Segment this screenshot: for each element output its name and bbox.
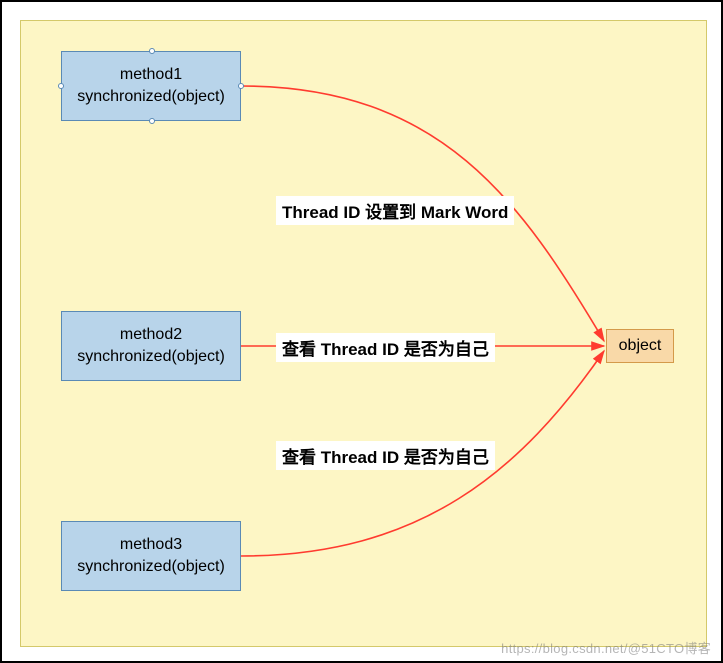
watermark-text: https://blog.csdn.net/@51CTO博客 — [501, 638, 711, 657]
edge-label-2: 查看 Thread ID 是否为自己 — [276, 333, 495, 362]
node-method1: method1 synchronized(object) — [61, 51, 241, 121]
node-subtitle: synchronized(object) — [62, 556, 240, 578]
node-title: method2 — [62, 324, 240, 346]
selection-handle-icon — [238, 83, 244, 89]
node-subtitle: synchronized(object) — [62, 86, 240, 108]
selection-handle-icon — [58, 83, 64, 89]
selection-handle-icon — [149, 118, 155, 124]
edge-label-3: 查看 Thread ID 是否为自己 — [276, 441, 495, 470]
node-method3: method3 synchronized(object) — [61, 521, 241, 591]
diagram-frame: method1 synchronized(object) method2 syn… — [0, 0, 723, 663]
selection-handle-icon — [149, 48, 155, 54]
node-title: method1 — [62, 64, 240, 86]
node-object: object — [606, 329, 674, 363]
node-title: method3 — [62, 534, 240, 556]
node-subtitle: synchronized(object) — [62, 346, 240, 368]
edge-label-1: Thread ID 设置到 Mark Word — [276, 196, 514, 225]
node-object-label: object — [619, 337, 662, 354]
node-method2: method2 synchronized(object) — [61, 311, 241, 381]
diagram-canvas: method1 synchronized(object) method2 syn… — [20, 20, 707, 647]
